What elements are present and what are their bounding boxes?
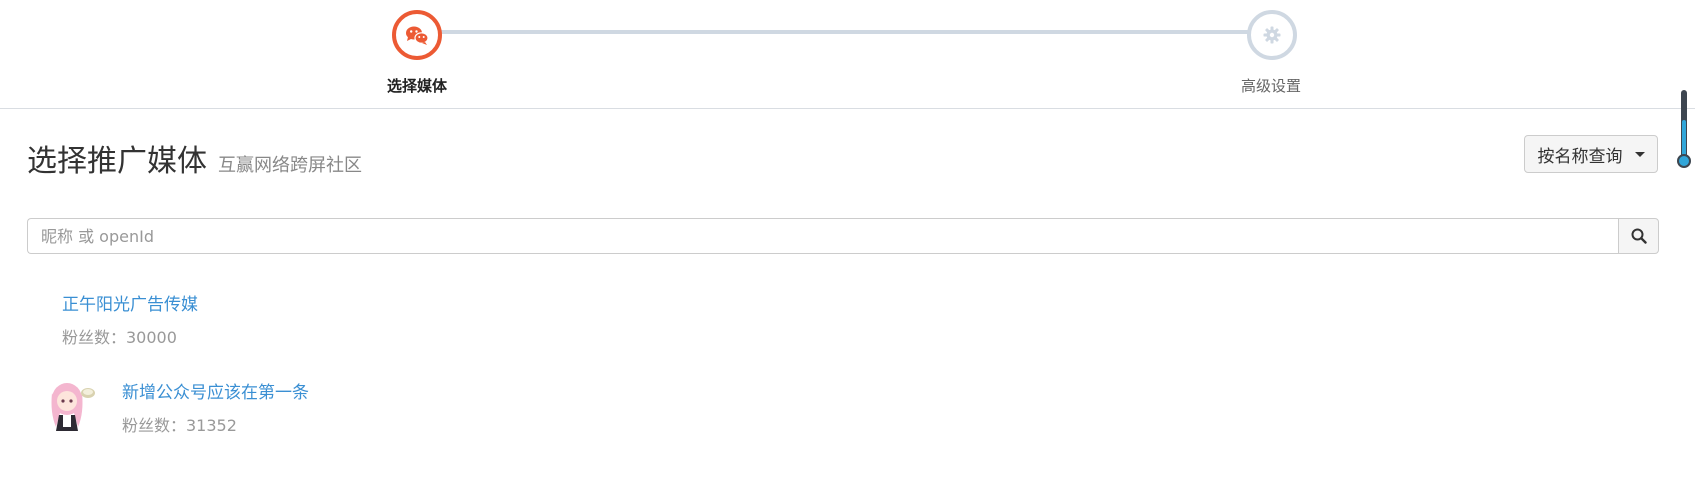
media-name-link[interactable]: 新增公众号应该在第一条	[122, 378, 309, 403]
media-list-item[interactable]: 新增公众号应该在第一条 粉丝数：31352	[40, 373, 309, 436]
scroll-bulb	[1677, 154, 1691, 168]
media-name-link[interactable]: 正午阳光广告传媒	[62, 290, 198, 315]
page-title: 选择推广媒体	[27, 144, 207, 179]
step-circle-inactive[interactable]	[1247, 10, 1297, 60]
media-list-item[interactable]: 正午阳光广告传媒 粉丝数：30000	[62, 290, 198, 348]
caret-down-icon	[1634, 151, 1645, 157]
search-bar	[27, 218, 1659, 254]
step-circle-active[interactable]	[392, 10, 442, 60]
search-button[interactable]	[1618, 218, 1659, 254]
media-fans-count: 粉丝数：31352	[122, 416, 237, 435]
avatar	[41, 374, 101, 434]
progress-stepper: 选择媒体 高级设置	[0, 0, 1695, 109]
media-fans-count: 粉丝数：30000	[62, 328, 177, 347]
thermometer-scroll-indicator[interactable]	[1677, 90, 1691, 172]
gear-icon	[1263, 26, 1281, 44]
page-heading: 选择推广媒体 互赢网络跨屏社区	[27, 136, 362, 180]
search-type-label: 按名称查询	[1537, 146, 1623, 167]
step-label-advanced-settings: 高级设置	[1240, 77, 1301, 95]
step-label-select-media: 选择媒体	[386, 77, 447, 95]
search-input[interactable]	[27, 218, 1618, 254]
stepper-connector-line	[416, 30, 1249, 34]
wechat-icon	[406, 26, 429, 45]
search-icon	[1631, 228, 1647, 244]
page-subtitle: 互赢网络跨屏社区	[218, 155, 362, 176]
search-type-dropdown-button[interactable]: 按名称查询	[1524, 135, 1658, 173]
